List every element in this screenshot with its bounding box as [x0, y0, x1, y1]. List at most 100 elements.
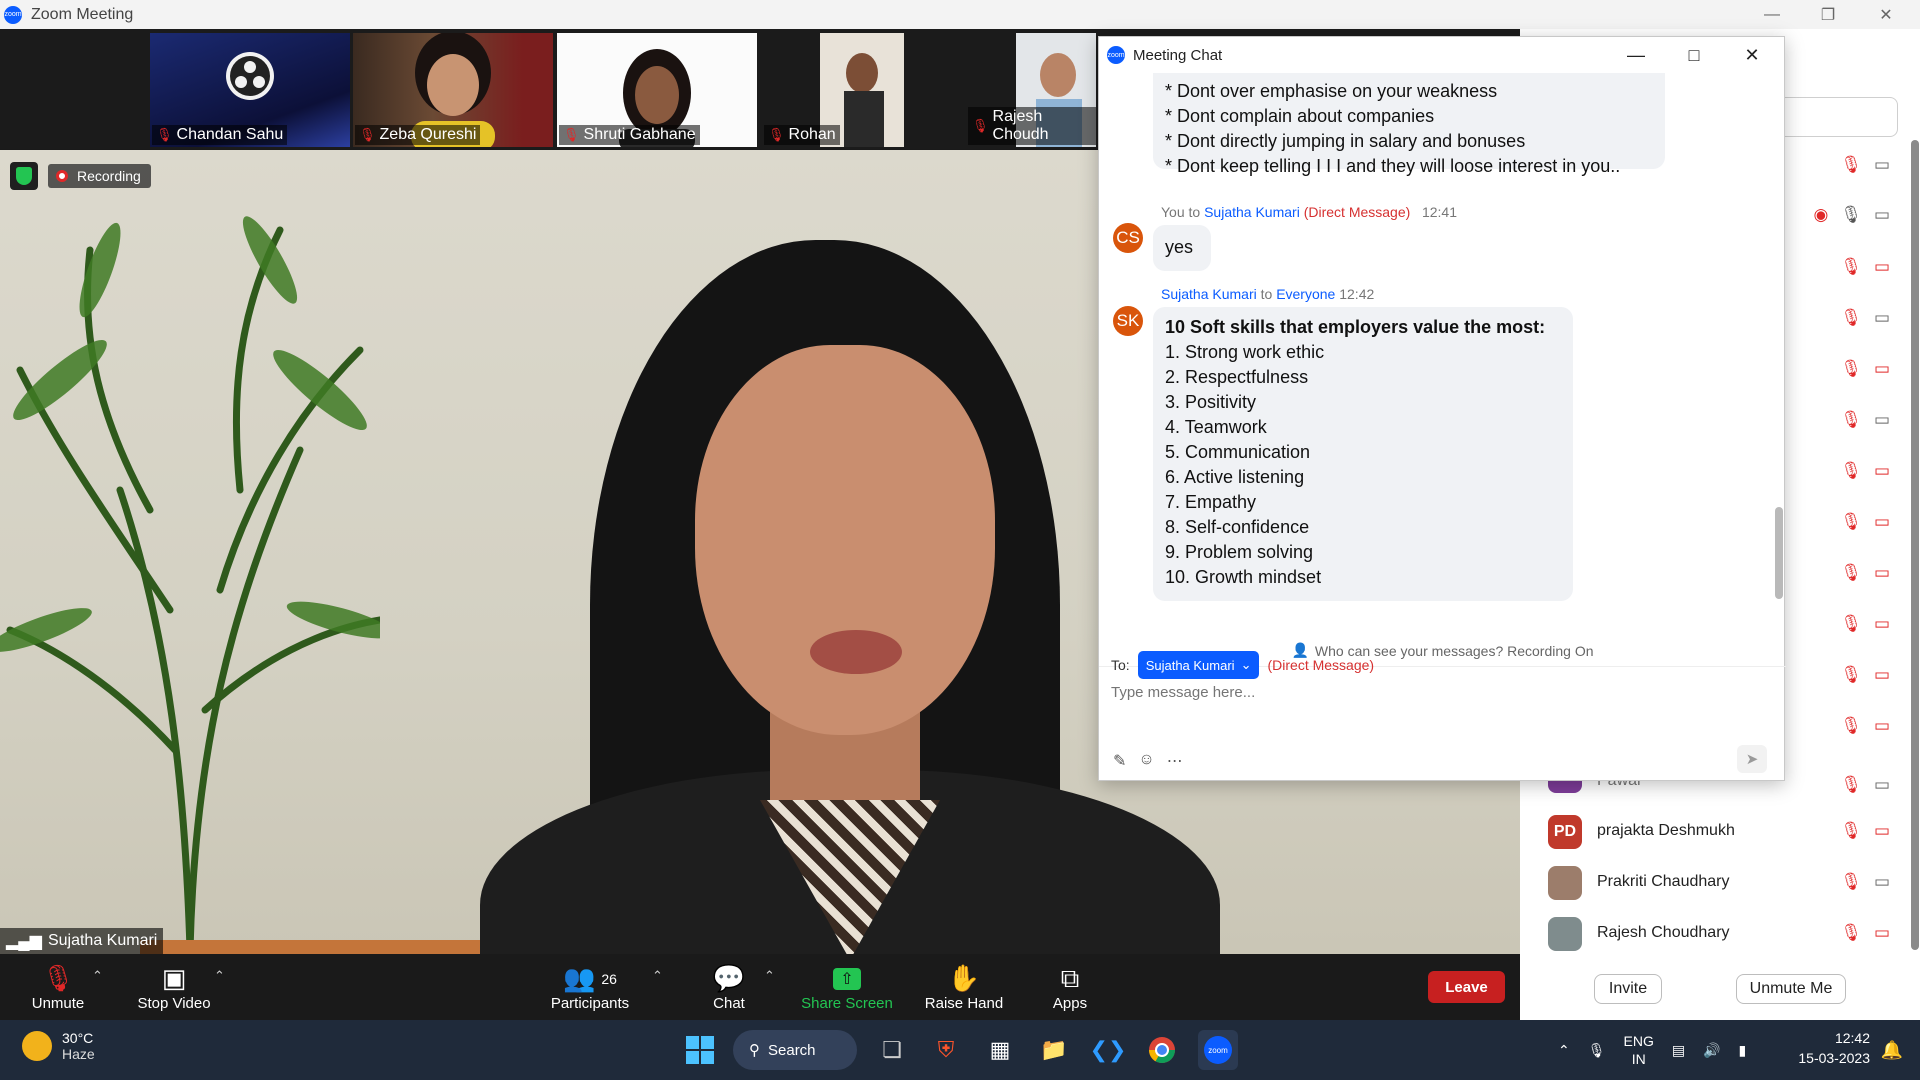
participants-scrollbar[interactable] [1911, 140, 1919, 950]
video-options-caret[interactable]: ⌃ [214, 968, 225, 984]
mic-muted-icon[interactable]: 🎙 [1840, 563, 1862, 583]
video-on-icon[interactable]: ▭ [1874, 775, 1890, 795]
mic-muted-icon[interactable]: 🎙 [1840, 614, 1862, 634]
mic-muted-icon[interactable]: 🎙 [1840, 257, 1862, 277]
close-button[interactable]: ✕ [1858, 0, 1914, 29]
audio-options-caret[interactable]: ⌃ [92, 968, 103, 984]
mic-muted-icon[interactable]: 🎙 [1840, 821, 1862, 841]
send-button[interactable]: ➤ [1737, 745, 1767, 773]
participant-row[interactable]: Prakriti Chaudhary 🎙 ▭ [1520, 860, 1920, 908]
video-on-icon[interactable]: ▭ [1874, 205, 1890, 225]
mic-muted-icon[interactable]: 🎙 [1840, 716, 1862, 736]
video-off-icon[interactable]: ▭ [1874, 665, 1890, 685]
invite-button[interactable]: Invite [1594, 974, 1662, 1004]
video-tile-shruti[interactable]: 🎙 Shruti Gabhane [557, 33, 757, 147]
zoom-logo-icon: zoom [1107, 46, 1125, 64]
mic-muted-icon[interactable]: 🎙 [1840, 155, 1862, 175]
participants-button[interactable]: 👥 26 Participants [548, 954, 632, 1020]
video-off-icon[interactable]: ▭ [1874, 821, 1890, 841]
video-tile-rohan[interactable]: 🎙 Rohan [762, 33, 962, 147]
sender-name[interactable]: Sujatha Kumari [1161, 286, 1257, 302]
more-options-icon[interactable]: ⋯ [1167, 751, 1183, 771]
raise-hand-button[interactable]: ✋ Raise Hand [922, 954, 1006, 1020]
brave-browser-icon[interactable]: ⛨ [926, 1030, 966, 1070]
video-off-icon[interactable]: ▭ [1874, 359, 1890, 379]
taskbar-clock[interactable]: 12:42 15-03-2023 [1786, 1028, 1870, 1068]
network-icon[interactable]: ▤ [1672, 1042, 1685, 1059]
participant-row[interactable]: Rajesh Choudhary 🎙 ▭ [1520, 911, 1920, 959]
mic-muted-icon[interactable]: 🎙 [1840, 872, 1862, 892]
chat-options-caret[interactable]: ⌃ [764, 968, 775, 984]
thumb-name: Zeba Qureshi [379, 126, 477, 143]
apps-button[interactable]: ⧉ Apps [1050, 954, 1090, 1020]
participants-options-caret[interactable]: ⌃ [652, 968, 663, 984]
stop-video-button[interactable]: ▣ Stop Video [134, 954, 214, 1020]
mic-muted-icon[interactable]: 🎙 [1840, 410, 1862, 430]
weather-widget[interactable]: 30°C Haze [22, 1030, 95, 1062]
emoji-icon[interactable]: ☺ [1138, 751, 1154, 771]
microsoft-store-icon[interactable]: ▦ [980, 1030, 1020, 1070]
file-explorer-icon[interactable]: 📁 [1034, 1030, 1074, 1070]
video-off-icon[interactable]: ▭ [1874, 614, 1890, 634]
chat-maximize-button[interactable]: □ [1679, 41, 1709, 69]
mic-muted-icon[interactable]: 🎙 [1840, 775, 1862, 795]
thumb-label: 🎙 Chandan Sahu [152, 125, 288, 145]
restore-button[interactable]: ❐ [1800, 0, 1856, 29]
video-tile-zeba[interactable]: 🎙 Zeba Qureshi [353, 33, 553, 147]
share-screen-button[interactable]: ⇧ Share Screen [800, 954, 894, 1020]
video-off-icon[interactable]: ▭ [1874, 461, 1890, 481]
volume-icon[interactable]: 🔊 [1703, 1042, 1720, 1059]
mic-muted-icon[interactable]: 🎙 [1840, 923, 1862, 943]
message-line: * Dont complain about companies [1165, 106, 1435, 126]
video-tile-rajesh[interactable]: 🎙 Rajesh Choudh [966, 33, 1096, 147]
recording-indicator[interactable]: Recording [48, 164, 151, 188]
unmute-button[interactable]: 🎙 Unmute [26, 954, 90, 1020]
notification-icon[interactable]: 🔔 [1872, 1030, 1912, 1070]
unmute-me-button[interactable]: Unmute Me [1736, 974, 1846, 1004]
chevron-up-icon[interactable]: ⌃ [1558, 1042, 1570, 1059]
minimize-button[interactable]: — [1744, 0, 1800, 29]
battery-icon[interactable]: ▮ [1739, 1042, 1747, 1059]
microphone-icon[interactable]: 🎙 [1588, 1042, 1606, 1059]
signal-bars-icon: ▂▄▆ [6, 933, 42, 950]
video-off-icon[interactable]: ▭ [1874, 923, 1890, 943]
chat-minimize-button[interactable]: — [1621, 41, 1651, 69]
format-text-icon[interactable]: ✎ [1113, 751, 1126, 771]
security-shield-icon[interactable] [10, 162, 38, 190]
participant-row[interactable]: PD prajakta Deshmukh 🎙 ▭ [1520, 809, 1920, 857]
video-off-icon[interactable]: ▭ [1874, 512, 1890, 532]
taskbar-search[interactable]: ⚲ Search [733, 1030, 857, 1070]
message-bubble[interactable]: 10 Soft skills that employers value the … [1153, 307, 1573, 601]
chat-close-button[interactable]: ✕ [1737, 41, 1767, 69]
task-view-icon[interactable]: ❏ [872, 1030, 912, 1070]
mic-muted-icon[interactable]: 🎙 [1840, 308, 1862, 328]
video-off-icon[interactable]: ▭ [1874, 716, 1890, 736]
mic-muted-icon[interactable]: 🎙 [1840, 665, 1862, 685]
leave-button[interactable]: Leave [1428, 971, 1505, 1003]
video-off-icon[interactable]: ▭ [1874, 257, 1890, 277]
video-on-icon[interactable]: ▭ [1874, 410, 1890, 430]
video-on-icon[interactable]: ▭ [1874, 155, 1890, 175]
list-item: 9. Problem solving [1165, 542, 1314, 562]
mic-muted-icon[interactable]: 🎙 [1840, 359, 1862, 379]
video-on-icon[interactable]: ▭ [1874, 308, 1890, 328]
vscode-icon[interactable]: ❮❯ [1088, 1030, 1128, 1070]
video-tile-chandan[interactable]: 🎙 Chandan Sahu [150, 33, 350, 147]
recipient-name[interactable]: Sujatha Kumari [1204, 204, 1300, 220]
chat-button[interactable]: 💬 Chat [708, 954, 750, 1020]
video-off-icon[interactable]: ▭ [1874, 563, 1890, 583]
recipient-dropdown[interactable]: Sujatha Kumari ⌄ [1137, 651, 1260, 679]
mic-on-icon[interactable]: 🎙 [1840, 205, 1862, 225]
zoom-taskbar-icon[interactable]: zoom [1198, 1030, 1238, 1070]
message-bubble[interactable]: yes [1153, 225, 1211, 271]
language-indicator[interactable]: ENG IN [1624, 1032, 1654, 1068]
mic-muted-icon[interactable]: 🎙 [1840, 461, 1862, 481]
stop-video-label: Stop Video [137, 994, 211, 1012]
video-on-icon[interactable]: ▭ [1874, 872, 1890, 892]
chat-scrollbar[interactable] [1775, 507, 1783, 599]
mic-muted-icon[interactable]: 🎙 [1840, 512, 1862, 532]
message-input[interactable] [1111, 679, 1761, 705]
windows-start-icon[interactable] [680, 1030, 720, 1070]
chrome-icon[interactable] [1142, 1030, 1182, 1070]
message-meta: Sujatha Kumari to Everyone 12:42 [1161, 286, 1374, 302]
